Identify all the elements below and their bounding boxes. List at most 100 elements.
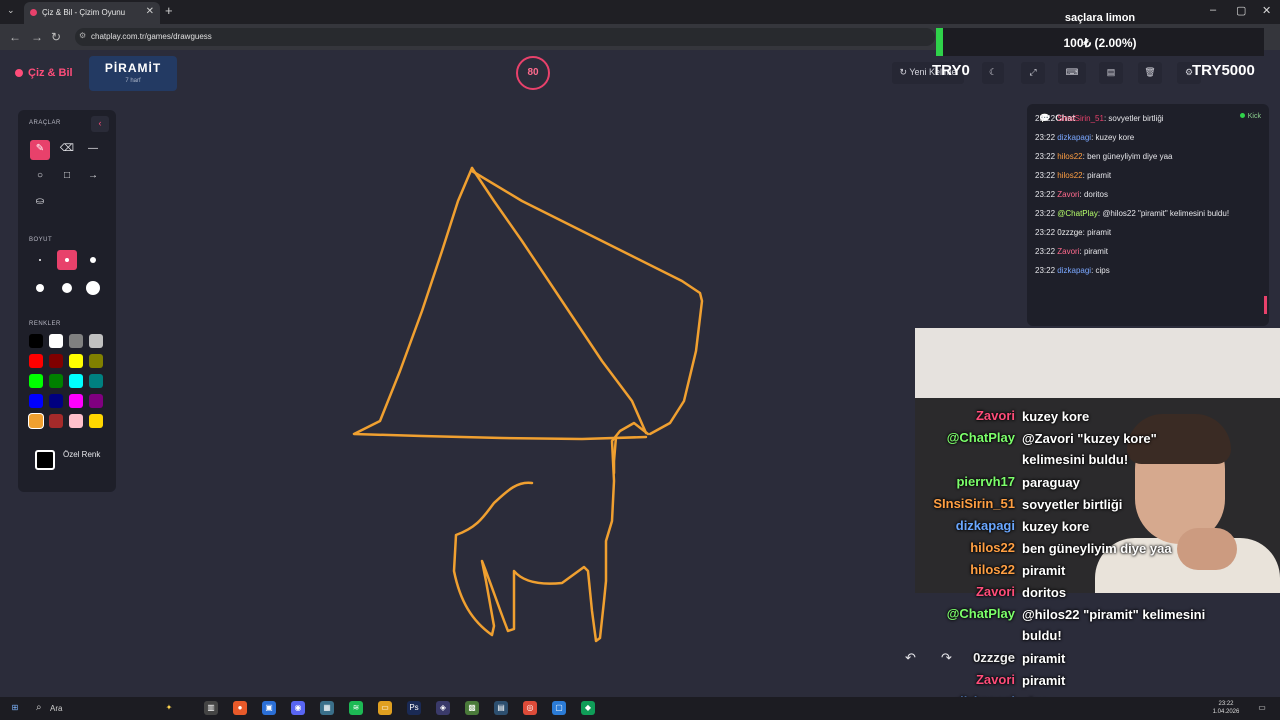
- size-1-button[interactable]: [30, 250, 50, 270]
- minecraft-icon[interactable]: ▩: [465, 701, 479, 715]
- chat-username[interactable]: dizkapagi: [1057, 266, 1091, 275]
- fullscreen-button[interactable]: ⤢: [1021, 62, 1045, 84]
- url-field[interactable]: ⚙ chatplay.com.tr/games/drawguess: [75, 28, 935, 46]
- rectangle-tool-button[interactable]: □: [57, 167, 77, 187]
- stream-chat-username: hilos22: [970, 562, 1015, 577]
- eraser-tool-button[interactable]: ⌫: [57, 140, 77, 160]
- color-swatch[interactable]: [89, 394, 103, 408]
- app-icon-5[interactable]: ◆: [581, 701, 595, 715]
- tab-list-icon[interactable]: ⌄: [7, 5, 15, 16]
- size-4-button[interactable]: [30, 278, 50, 298]
- size-3-button[interactable]: [83, 250, 103, 270]
- color-swatch[interactable]: [89, 414, 103, 428]
- stream-chat-text: @hilos22 "piramit" kelimesini buldu!: [1022, 607, 1206, 643]
- back-icon[interactable]: ←: [9, 30, 21, 44]
- collapse-panel-button[interactable]: ‹: [91, 116, 109, 132]
- word-card: PİRAMİT 7 harf: [89, 56, 177, 91]
- stream-chat-text: kuzey kore: [1022, 409, 1090, 424]
- app-icon-4[interactable]: ▢: [552, 701, 566, 715]
- chat-message-list[interactable]: 23:22 SinsiSirin_51: sovyetler birtliği 2…: [1035, 114, 1257, 283]
- chrome-icon[interactable]: ◎: [523, 701, 537, 715]
- custom-color-label[interactable]: Özel Renk: [63, 448, 103, 461]
- chat-username[interactable]: SinsiSirin_51: [1057, 114, 1104, 123]
- stream-chat-username: pierrvh17: [956, 474, 1015, 489]
- color-swatch[interactable]: [69, 374, 83, 388]
- colors-heading: RENKLER: [29, 321, 61, 327]
- color-swatch[interactable]: [89, 334, 103, 348]
- stream-chat-text: doritos: [1022, 585, 1067, 600]
- color-swatch[interactable]: [69, 334, 83, 348]
- chat-username[interactable]: Zavori: [1057, 247, 1079, 256]
- forward-icon[interactable]: →: [31, 30, 43, 44]
- firefox-icon[interactable]: ●: [233, 701, 247, 715]
- notifications-icon[interactable]: ▭: [1255, 701, 1269, 715]
- layers-button[interactable]: ▤: [1099, 62, 1123, 84]
- color-swatch[interactable]: [29, 354, 43, 368]
- arrow-tool-button[interactable]: →: [83, 167, 103, 187]
- color-swatch[interactable]: [49, 334, 63, 348]
- line-tool-button[interactable]: —: [83, 140, 103, 160]
- photoshop-icon[interactable]: Ps: [407, 701, 421, 715]
- new-tab-icon[interactable]: +: [165, 3, 173, 18]
- chat-username[interactable]: 0zzzge: [1057, 228, 1082, 237]
- size-6-button[interactable]: [83, 278, 103, 298]
- app-icon-3[interactable]: ▤: [494, 701, 508, 715]
- app-icon-1[interactable]: ▦: [320, 701, 334, 715]
- color-swatch[interactable]: [49, 354, 63, 368]
- color-swatch[interactable]: [69, 414, 83, 428]
- start-icon[interactable]: ⊞: [8, 701, 22, 715]
- color-swatch[interactable]: [89, 354, 103, 368]
- theme-toggle-button[interactable]: ☾: [982, 62, 1004, 84]
- chat-username[interactable]: dizkapagi: [1057, 133, 1091, 142]
- color-swatch[interactable]: [89, 374, 103, 388]
- close-tab-icon[interactable]: ✕: [146, 6, 154, 17]
- spotify-icon[interactable]: ≋: [349, 701, 363, 715]
- system-clock[interactable]: 23:22 1.04.2026: [1208, 700, 1244, 716]
- redo-button[interactable]: ↷: [941, 650, 952, 666]
- stream-chat-username: @ChatPlay: [946, 430, 1015, 445]
- circle-tool-button[interactable]: ○: [30, 167, 50, 187]
- color-swatch[interactable]: [29, 334, 43, 348]
- chat-username[interactable]: @ChatPlay: [1057, 209, 1098, 218]
- color-swatch[interactable]: [29, 374, 43, 388]
- chat-scrollbar[interactable]: [1264, 296, 1267, 314]
- folder-icon[interactable]: ▭: [378, 701, 392, 715]
- color-swatch[interactable]: [69, 354, 83, 368]
- keyboard-button[interactable]: ⌨: [1058, 62, 1086, 84]
- undo-button[interactable]: ↶: [905, 650, 916, 666]
- color-swatch[interactable]: [29, 394, 43, 408]
- site-info-icon[interactable]: ⚙: [79, 31, 86, 40]
- copilot-icon[interactable]: ✦: [162, 701, 176, 715]
- chat-username[interactable]: hilos22: [1057, 152, 1082, 161]
- app-logo[interactable]: Çiz & Bil: [15, 67, 73, 79]
- explorer-icon[interactable]: ▣: [262, 701, 276, 715]
- discord-icon[interactable]: ◉: [291, 701, 305, 715]
- tools-panel: ARAÇLAR ‹ ✎ ⌫ — ○ □ → ⛀ BOYUT RENKLER Öz…: [18, 110, 116, 492]
- drawing-canvas[interactable]: [122, 101, 1010, 685]
- custom-color-swatch[interactable]: [35, 450, 55, 470]
- browser-tab[interactable]: Çiz & Bil - Çizim Oyunu ✕: [24, 2, 160, 24]
- trash-button[interactable]: 🗑: [1138, 62, 1162, 84]
- chat-text: sovyetler birtliği: [1108, 114, 1164, 123]
- size-2-button[interactable]: [57, 250, 77, 270]
- color-swatch[interactable]: [49, 374, 63, 388]
- color-swatch[interactable]: [49, 394, 63, 408]
- pen-tool-button[interactable]: ✎: [30, 140, 50, 160]
- chat-time: 23:22: [1035, 133, 1056, 142]
- goal-end-label: TRY5000: [1192, 62, 1255, 79]
- stream-chat-username: hilos22: [970, 540, 1015, 555]
- chat-username[interactable]: Zavori: [1057, 190, 1079, 199]
- color-swatch[interactable]: [29, 414, 43, 428]
- task-view-icon[interactable]: ▥: [204, 701, 218, 715]
- reload-icon[interactable]: ↻: [51, 30, 61, 44]
- app-icon-2[interactable]: ◈: [436, 701, 450, 715]
- taskbar-search[interactable]: ⌕ Ara: [30, 700, 180, 717]
- stream-chat-username: Zavori: [975, 584, 1015, 599]
- size-5-button[interactable]: [57, 278, 77, 298]
- fill-bucket-tool-button[interactable]: ⛀: [30, 193, 50, 213]
- color-swatch[interactable]: [49, 414, 63, 428]
- chat-username[interactable]: hilos22: [1057, 171, 1082, 180]
- clock-time: 23:22: [1218, 701, 1234, 707]
- chat-message: 23:22 @ChatPlay: @hilos22 "piramit" keli…: [1035, 209, 1230, 218]
- color-swatch[interactable]: [69, 394, 83, 408]
